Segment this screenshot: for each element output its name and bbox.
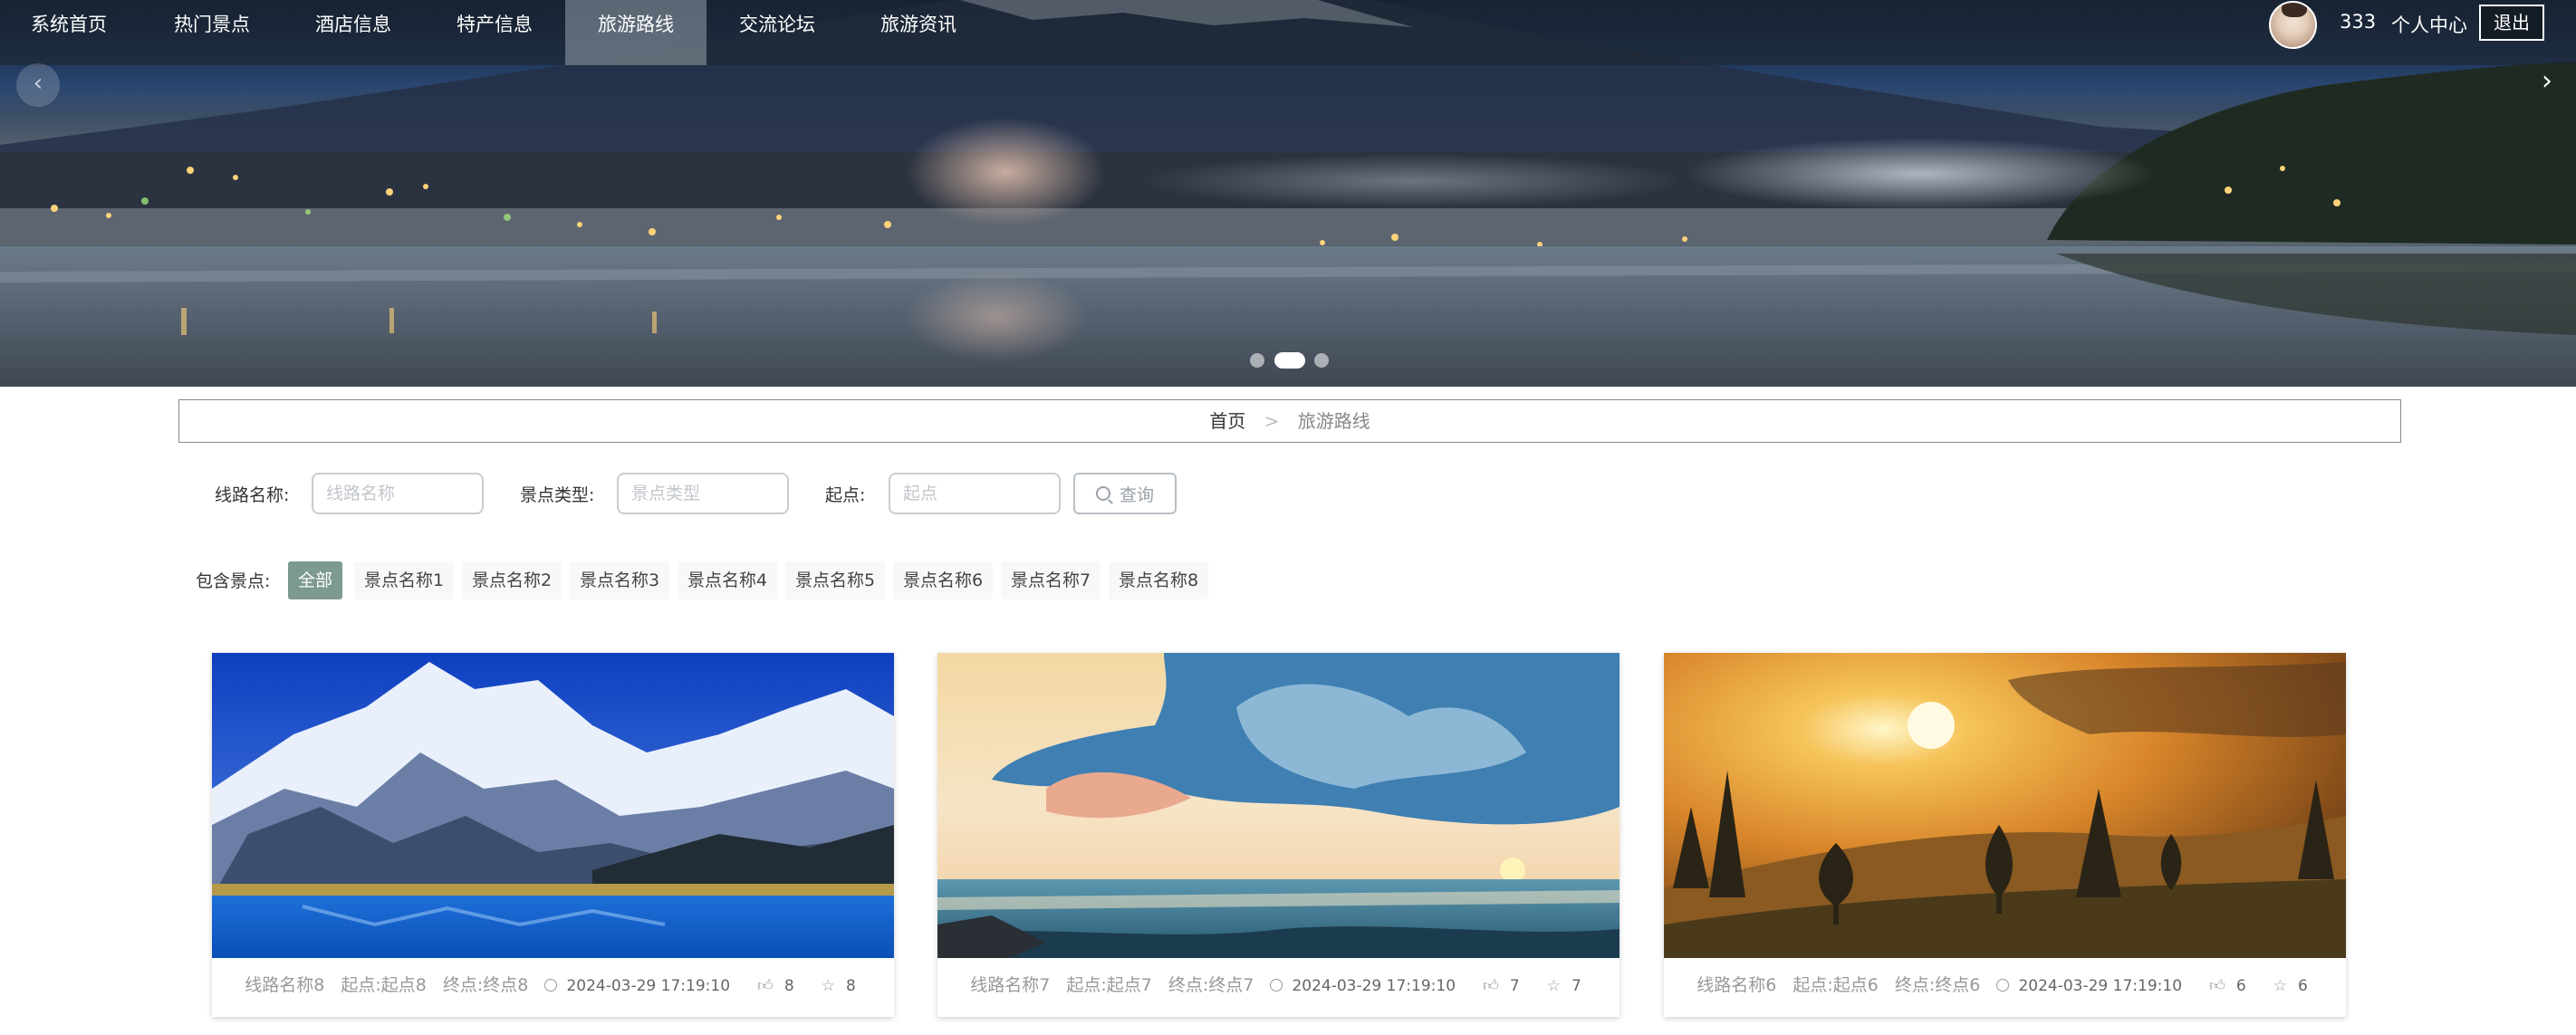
route-end: 终点:终点6 bbox=[1894, 975, 1981, 995]
route-card-meta: 线路名称6 起点:起点6 终点:终点6 2024-03-29 17:19:10 … bbox=[1664, 972, 2346, 996]
thumbs-up-icon: 👍︎ bbox=[2209, 977, 2225, 995]
carousel-dot-2[interactable] bbox=[1274, 352, 1305, 369]
hero-banner: 系统首页 热门景点 酒店信息 特产信息 旅游路线 交流论坛 旅游资讯 333 个… bbox=[0, 0, 2576, 387]
user-avatar[interactable] bbox=[2269, 1, 2317, 49]
route-start: 起点:起点6 bbox=[1793, 975, 1879, 995]
start-label: 起点: bbox=[825, 485, 866, 505]
nav-item-hot-spots[interactable]: 热门景点 bbox=[161, 0, 263, 65]
tag-spot-5[interactable]: 景点名称5 bbox=[785, 561, 886, 599]
route-favorites: 7 bbox=[1571, 977, 1581, 995]
route-name-label: 线路名称: bbox=[215, 485, 290, 505]
logout-button[interactable]: 退出 bbox=[2479, 5, 2544, 41]
start-input[interactable] bbox=[889, 473, 1061, 514]
breadcrumb: 首页 > 旅游路线 bbox=[178, 399, 2401, 443]
nav-item-news[interactable]: 旅游资讯 bbox=[868, 0, 969, 65]
nav-item-specialties[interactable]: 特产信息 bbox=[444, 0, 545, 65]
route-card-image bbox=[937, 653, 1620, 958]
star-icon: ☆ bbox=[2273, 977, 2287, 995]
route-start: 起点:起点8 bbox=[341, 975, 427, 995]
personal-center-link[interactable]: 个人中心 bbox=[2391, 11, 2467, 38]
carousel-dot-3[interactable] bbox=[1314, 353, 1329, 368]
search-button[interactable]: 查询 bbox=[1073, 473, 1177, 514]
carousel-next-icon[interactable]: › bbox=[2542, 65, 2552, 97]
route-card-image bbox=[212, 653, 894, 958]
username: 333 bbox=[2340, 11, 2377, 33]
star-icon: ☆ bbox=[821, 977, 835, 995]
tag-spot-3[interactable]: 景点名称3 bbox=[570, 561, 670, 599]
route-likes: 7 bbox=[1509, 977, 1520, 995]
search-icon bbox=[1095, 486, 1110, 501]
tag-spot-6[interactable]: 景点名称6 bbox=[893, 561, 994, 599]
route-card-meta: 线路名称7 起点:起点7 终点:终点7 2024-03-29 17:19:10 … bbox=[937, 972, 1620, 996]
clock-icon bbox=[1996, 979, 2010, 992]
carousel-prev-icon[interactable]: ‹ bbox=[16, 63, 60, 107]
route-name: 线路名称6 bbox=[1697, 975, 1777, 995]
route-time: 2024-03-29 17:19:10 bbox=[566, 977, 731, 995]
clock-icon bbox=[544, 979, 558, 992]
nav-item-hotels[interactable]: 酒店信息 bbox=[303, 0, 404, 65]
route-end: 终点:终点7 bbox=[1168, 975, 1254, 995]
nav-item-home[interactable]: 系统首页 bbox=[18, 0, 120, 65]
star-icon: ☆ bbox=[1546, 977, 1561, 995]
route-card-8[interactable]: 线路名称8 起点:起点8 终点:终点8 2024-03-29 17:19:10 … bbox=[212, 653, 894, 1017]
tag-spot-8[interactable]: 景点名称8 bbox=[1109, 561, 1209, 599]
route-favorites: 6 bbox=[2297, 977, 2308, 995]
thumbs-up-icon: 👍︎ bbox=[1483, 977, 1499, 995]
nav-item-travel-routes[interactable]: 旅游路线 bbox=[565, 0, 706, 65]
route-name: 线路名称8 bbox=[245, 975, 325, 995]
route-card-7[interactable]: 线路名称7 起点:起点7 终点:终点7 2024-03-29 17:19:10 … bbox=[937, 653, 1620, 1017]
tag-spot-2[interactable]: 景点名称2 bbox=[462, 561, 562, 599]
search-button-label: 查询 bbox=[1119, 484, 1154, 505]
included-spots-label: 包含景点: bbox=[196, 571, 271, 591]
tag-spot-1[interactable]: 景点名称1 bbox=[354, 561, 455, 599]
spot-type-input[interactable] bbox=[617, 473, 789, 514]
tag-spot-4[interactable]: 景点名称4 bbox=[678, 561, 778, 599]
route-card-6[interactable]: 线路名称6 起点:起点6 终点:终点6 2024-03-29 17:19:10 … bbox=[1664, 653, 2346, 1017]
breadcrumb-current: 旅游路线 bbox=[1297, 410, 1370, 432]
clock-icon bbox=[1270, 979, 1283, 992]
route-likes: 8 bbox=[783, 977, 794, 995]
nav-item-forum[interactable]: 交流论坛 bbox=[726, 0, 828, 65]
route-start: 起点:起点7 bbox=[1066, 975, 1152, 995]
route-end: 终点:终点8 bbox=[442, 975, 529, 995]
breadcrumb-home[interactable]: 首页 bbox=[1209, 410, 1245, 432]
route-name: 线路名称7 bbox=[970, 975, 1051, 995]
route-time: 2024-03-29 17:19:10 bbox=[2018, 977, 2183, 995]
route-card-image bbox=[1664, 653, 2346, 958]
thumbs-up-icon: 👍︎ bbox=[757, 977, 774, 995]
route-card-meta: 线路名称8 起点:起点8 终点:终点8 2024-03-29 17:19:10 … bbox=[212, 972, 894, 996]
breadcrumb-separator: > bbox=[1264, 410, 1280, 432]
route-name-input[interactable] bbox=[312, 473, 484, 514]
tag-spot-7[interactable]: 景点名称7 bbox=[1001, 561, 1101, 599]
carousel-dot-1[interactable] bbox=[1250, 353, 1264, 368]
spot-type-label: 景点类型: bbox=[520, 485, 595, 505]
tag-all[interactable]: 全部 bbox=[288, 561, 343, 599]
route-time: 2024-03-29 17:19:10 bbox=[1292, 977, 1456, 995]
route-likes: 6 bbox=[2235, 977, 2246, 995]
route-favorites: 8 bbox=[845, 977, 856, 995]
